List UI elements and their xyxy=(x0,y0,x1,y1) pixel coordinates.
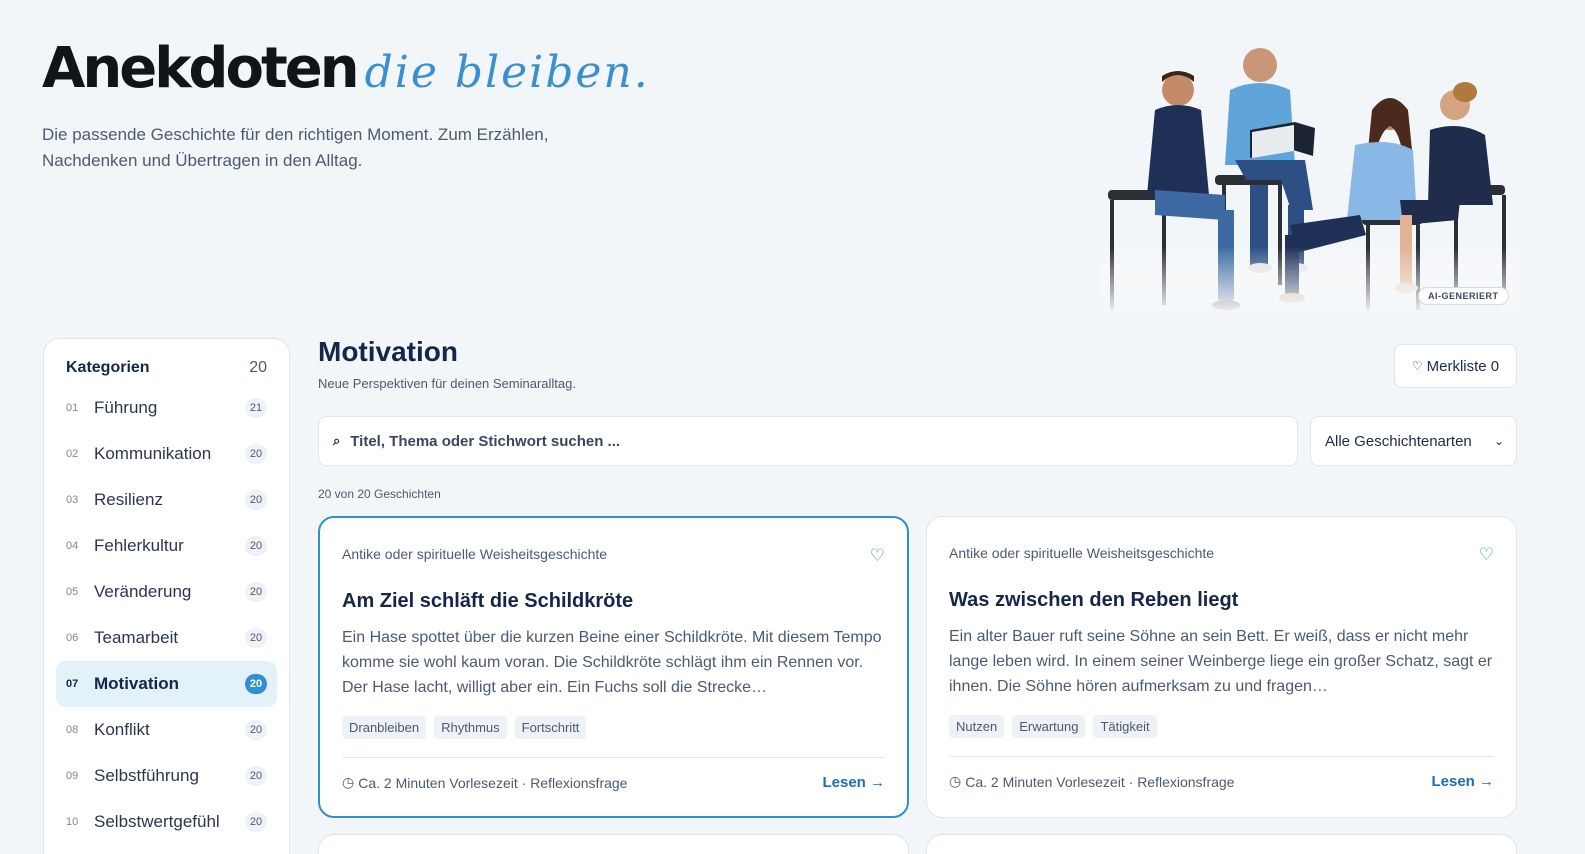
chevron-down-icon: ⌄ xyxy=(1493,434,1504,448)
category-count-badge: 20 xyxy=(245,766,267,786)
favorite-heart-icon[interactable]: ♡ xyxy=(870,546,885,566)
ai-generated-badge: AI-GENERIERT xyxy=(1418,287,1509,305)
story-excerpt: Ein alter Bauer ruft seine Söhne an sein… xyxy=(949,628,1493,695)
read-link-label: Lesen xyxy=(822,774,866,791)
category-count-badge: 21 xyxy=(245,398,267,418)
story-title: Was zwischen den Reben liegt xyxy=(949,589,1239,611)
category-number: 07 xyxy=(66,678,79,690)
category-label: Teamarbeit xyxy=(94,628,179,647)
story-card[interactable]: Antike oder spirituelle Weisheitsgeschic… xyxy=(318,516,909,818)
story-meta-text: Ca. 2 Minuten Vorlesezeit · Reflexionsfr… xyxy=(965,773,1235,790)
sidebar-title: Kategorien xyxy=(66,359,150,376)
story-tag: Rhythmus xyxy=(434,716,507,739)
story-tag: Nutzen xyxy=(949,715,1005,738)
category-number: 06 xyxy=(66,632,79,644)
category-label: Konflikt xyxy=(94,720,150,739)
clock-icon: ◷ xyxy=(342,774,355,790)
story-card-partial[interactable] xyxy=(926,834,1517,854)
sidebar-item-selbstführung[interactable]: 09 Selbstführung 20 xyxy=(56,753,277,799)
search-icon: ⌕ xyxy=(333,433,341,448)
category-count-badge: 20 xyxy=(245,490,267,510)
story-card[interactable]: Antike oder spirituelle Weisheitsgeschic… xyxy=(926,516,1517,818)
hero-title-script: die bleiben. xyxy=(364,47,650,98)
category-label: Motivation xyxy=(94,674,179,693)
arrow-right-icon: → xyxy=(870,774,885,791)
category-label: Führung xyxy=(94,398,158,417)
category-number: 10 xyxy=(66,816,79,828)
story-tag: Dranbleiben xyxy=(342,716,427,739)
category-number: 05 xyxy=(66,586,79,598)
category-count-badge: 20 xyxy=(245,812,267,832)
hero-title-bold: Anekdoten xyxy=(42,36,360,101)
story-tag: Erwartung xyxy=(1012,715,1086,738)
story-title: Am Ziel schläft die Schildkröte xyxy=(342,590,634,612)
category-number: 09 xyxy=(66,770,79,782)
page-subtitle: Neue Perspektiven für deinen Seminarallt… xyxy=(318,376,576,391)
story-excerpt: Ein Hase spottet über die kurzen Beine e… xyxy=(342,629,882,696)
category-number: 03 xyxy=(66,494,79,506)
category-label: Fehlerkultur xyxy=(94,536,184,555)
category-number: 08 xyxy=(66,724,79,736)
story-tag: Tätigkeit xyxy=(1093,715,1157,738)
category-count-badge: 20 xyxy=(245,582,267,602)
card-divider xyxy=(342,757,885,758)
story-type-label: Antike oder spirituelle Weisheitsgeschic… xyxy=(342,546,608,562)
category-label: Selbstwertgefühl xyxy=(94,812,220,831)
category-number: 01 xyxy=(66,402,79,414)
story-tags: Dranbleiben Rhythmus Fortschritt xyxy=(342,716,885,739)
story-type-label: Antike oder spirituelle Weisheitsgeschic… xyxy=(949,545,1215,561)
read-link[interactable]: Lesen → xyxy=(822,774,885,791)
category-number: 02 xyxy=(66,448,79,460)
story-type-selected: Alle Geschichtenarten xyxy=(1325,432,1472,450)
sidebar-item-konflikt[interactable]: 08 Konflikt 20 xyxy=(56,707,277,753)
hero-title: Anekdoten die bleiben. xyxy=(42,36,650,101)
card-footer: ◷ Ca. 2 Minuten Vorlesezeit · Reflexions… xyxy=(949,773,1494,790)
category-count-badge: 20 xyxy=(245,444,267,464)
sidebar-item-veränderung[interactable]: 05 Veränderung 20 xyxy=(56,569,277,615)
read-link-label: Lesen xyxy=(1431,773,1475,790)
story-meta-text: Ca. 2 Minuten Vorlesezeit · Reflexionsfr… xyxy=(358,774,628,791)
category-label: Resilienz xyxy=(94,490,163,509)
category-label: Kommunikation xyxy=(94,444,212,463)
category-count-badge: 20 xyxy=(245,674,267,694)
category-label: Veränderung xyxy=(94,582,192,601)
story-type-select[interactable]: Alle Geschichtenarten ⌄ xyxy=(1310,416,1517,466)
sidebar-item-führung[interactable]: 01 Führung 21 xyxy=(56,385,277,431)
arrow-right-icon: → xyxy=(1479,773,1494,790)
category-label: Selbstführung xyxy=(94,766,199,785)
card-footer: ◷ Ca. 2 Minuten Vorlesezeit · Reflexions… xyxy=(342,774,885,791)
category-count-badge: 20 xyxy=(245,536,267,556)
sidebar-total-count: 20 xyxy=(249,359,267,376)
read-link[interactable]: Lesen → xyxy=(1431,773,1494,790)
story-tags: Nutzen Erwartung Tätigkeit xyxy=(949,715,1494,738)
hero-illustration xyxy=(1100,40,1520,315)
favorite-heart-icon[interactable]: ♡ xyxy=(1479,545,1494,565)
sidebar-item-selbstwertgefühl[interactable]: 10 Selbstwertgefühl 20 xyxy=(56,799,277,845)
category-list: 01 Führung 21 02 Kommunikation 20 03 Resilienz 2… xyxy=(56,385,277,845)
story-tag: Fortschritt xyxy=(514,716,587,739)
category-number: 04 xyxy=(66,540,79,552)
sidebar-header: Kategorien 20 xyxy=(56,357,277,379)
clock-icon: ◷ xyxy=(949,773,962,789)
story-meta: ◷ Ca. 2 Minuten Vorlesezeit · Reflexions… xyxy=(949,773,1234,790)
category-count-badge: 20 xyxy=(245,628,267,648)
search-input[interactable] xyxy=(350,432,1297,450)
merkliste-label: Merkliste 0 xyxy=(1426,357,1500,375)
page-title: Motivation xyxy=(318,336,458,367)
sidebar-item-kommunikation[interactable]: 02 Kommunikation 20 xyxy=(56,431,277,477)
category-sidebar: Kategorien 20 01 Führung 21 02 Kommunikation… xyxy=(43,338,290,854)
category-count-badge: 20 xyxy=(245,720,267,740)
sidebar-item-teamarbeit[interactable]: 06 Teamarbeit 20 xyxy=(56,615,277,661)
heart-outline-icon: ♡ xyxy=(1411,359,1423,373)
sidebar-item-motivation[interactable]: 07 Motivation 20 xyxy=(56,661,277,707)
search-bar: ⌕ xyxy=(318,416,1298,466)
merkliste-button[interactable]: ♡ Merkliste 0 xyxy=(1394,344,1517,388)
story-card-partial[interactable] xyxy=(318,834,909,854)
sidebar-item-resilienz[interactable]: 03 Resilienz 20 xyxy=(56,477,277,523)
story-meta: ◷ Ca. 2 Minuten Vorlesezeit · Reflexions… xyxy=(342,774,627,791)
result-count: 20 von 20 Geschichten xyxy=(318,487,441,501)
sidebar-item-fehlerkultur[interactable]: 04 Fehlerkultur 20 xyxy=(56,523,277,569)
hero-subtitle: Die passende Geschichte für den richtige… xyxy=(42,125,549,170)
card-divider xyxy=(949,756,1494,757)
